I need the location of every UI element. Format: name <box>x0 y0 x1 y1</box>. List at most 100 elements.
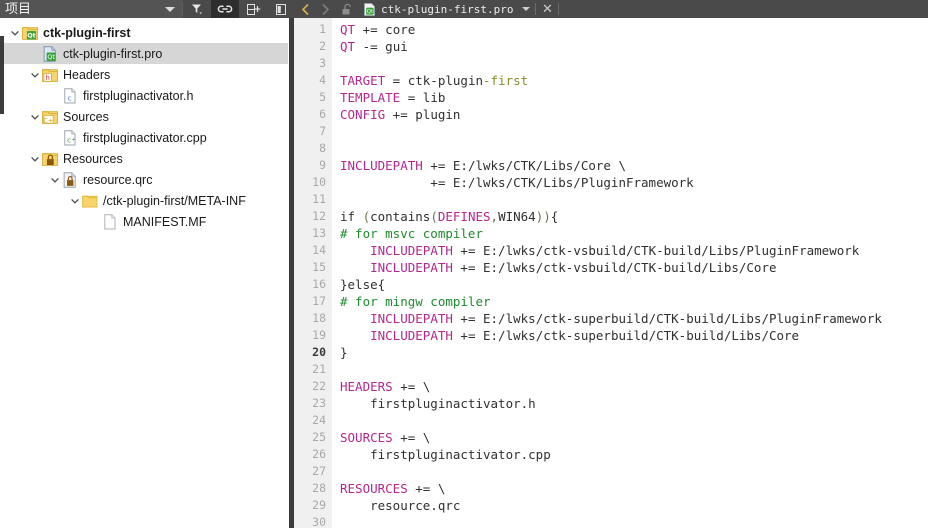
project-selector-label: 项目 <box>5 1 32 17</box>
line-number: 16 <box>312 277 326 291</box>
code-line[interactable]: }else{ <box>340 276 928 293</box>
split-add-icon-button[interactable] <box>239 0 267 18</box>
line-number: 7 <box>319 124 326 138</box>
chevron-down-icon[interactable] <box>30 154 40 164</box>
code-line[interactable] <box>340 123 928 140</box>
split-add-icon <box>246 3 260 15</box>
code-line[interactable] <box>340 412 928 429</box>
toggle-sidebar-icon-button[interactable] <box>267 0 295 18</box>
code-line[interactable]: QT -= gui <box>340 38 928 55</box>
tree-item-headers[interactable]: h Headers <box>0 64 288 85</box>
lock-toggle-button[interactable] <box>335 0 359 18</box>
tree-expand-arrow[interactable] <box>68 196 82 206</box>
code-line[interactable]: resource.qrc <box>340 497 928 514</box>
forward-arrow-icon <box>321 3 329 15</box>
qt-pro-file-icon: Qt <box>42 45 58 62</box>
code-line[interactable]: INCLUDEPATH += E:/lwks/CTK/Libs/Core \ <box>340 157 928 174</box>
tree-item-firstpluginactivator-h[interactable]: c firstpluginactivator.h <box>0 85 288 106</box>
code-line[interactable]: } <box>340 344 928 361</box>
code-token: INCLUDEPATH <box>340 158 423 173</box>
code-token: += E:/lwks/CTK/Libs/Core \ <box>422 158 626 173</box>
code-line[interactable] <box>340 140 928 157</box>
headers-folder-icon: h <box>42 67 58 83</box>
qt-pro-file-icon: Qt <box>43 45 56 62</box>
close-tab-button[interactable]: ✕ <box>536 0 558 18</box>
code-token: ) <box>543 209 551 224</box>
chevron-down-icon[interactable] <box>10 28 20 38</box>
code-line[interactable]: SOURCES += \ <box>340 429 928 446</box>
tab-dropdown-button[interactable] <box>517 0 535 18</box>
tree-expand-arrow[interactable] <box>48 175 62 185</box>
tree-item-sources[interactable]: C+ Sources <box>0 106 288 127</box>
code-line[interactable]: HEADERS += \ <box>340 378 928 395</box>
code-line[interactable]: # for msvc compiler <box>340 225 928 242</box>
chevron-down-icon[interactable] <box>30 112 40 122</box>
code-token: += E:/lwks/CTK/Libs/PluginFramework <box>340 175 694 190</box>
tree-expand-arrow[interactable] <box>28 154 42 164</box>
code-line[interactable]: # for mingw compiler <box>340 293 928 310</box>
code-token: += E:/lwks/ctk-superbuild/CTK-build/Libs… <box>452 328 800 343</box>
chevron-down-icon[interactable] <box>50 175 60 185</box>
code-token: += <box>355 22 386 37</box>
line-number: 22 <box>312 379 326 393</box>
link-icon-button[interactable] <box>211 0 239 18</box>
tree-item-firstpluginactivator-cpp[interactable]: c + firstpluginactivator.cpp <box>0 127 288 148</box>
project-selector-combo[interactable]: 项目 <box>0 0 182 18</box>
line-number: 23 <box>312 396 326 410</box>
tab-ctk-plugin-first-pro[interactable]: Qt ctk-plugin-first.pro <box>359 0 517 18</box>
back-arrow-icon-button[interactable] <box>295 0 315 18</box>
tree-expand-arrow[interactable] <box>8 28 22 38</box>
tree-expand-arrow[interactable] <box>28 70 42 80</box>
code-line[interactable]: RESOURCES += \ <box>340 480 928 497</box>
code-line[interactable]: if (contains(DEFINES,WIN64)){ <box>340 208 928 225</box>
code-line[interactable]: QT += core <box>340 21 928 38</box>
forward-arrow-icon-button[interactable] <box>315 0 335 18</box>
tree-item-manifest-mf[interactable]: MANIFEST.MF <box>0 211 288 232</box>
code-line[interactable]: CONFIG += plugin <box>340 106 928 123</box>
tree-item-ctk-plugin-first[interactable]: Qt ctk-plugin-first <box>0 22 288 43</box>
chevron-down-icon[interactable] <box>70 196 80 206</box>
code-text-area[interactable]: QT += core QT -= gui TARGET = ctk-plugin-… <box>332 18 928 528</box>
code-line[interactable] <box>340 191 928 208</box>
code-token: QT <box>340 22 356 37</box>
line-number: 28 <box>312 481 326 495</box>
filter-icon-button[interactable] <box>183 0 211 18</box>
code-line[interactable]: firstpluginactivator.h <box>340 395 928 412</box>
code-line[interactable]: += E:/lwks/CTK/Libs/PluginFramework <box>340 174 928 191</box>
line-number: 13 <box>312 226 326 240</box>
code-line[interactable]: TARGET = ctk-plugin-first <box>340 72 928 89</box>
tree-item-resource-qrc[interactable]: resource.qrc <box>0 169 288 190</box>
tree-item-label: ctk-plugin-first <box>43 25 131 40</box>
project-tree[interactable]: Qt ctk-plugin-first Qt ctk-plugin-first.pro… <box>0 18 288 232</box>
code-line[interactable]: INCLUDEPATH += E:/lwks/ctk-vsbuild/CTK-b… <box>340 259 928 276</box>
code-token: contains <box>370 209 431 224</box>
tree-item-resources[interactable]: Resources <box>0 148 288 169</box>
code-line[interactable] <box>340 55 928 72</box>
code-token: resource.qrc <box>340 498 461 513</box>
code-line[interactable] <box>340 361 928 378</box>
editor-tab-bar: Qt ctk-plugin-first.pro ✕ <box>295 0 928 18</box>
line-number: 2 <box>319 39 326 53</box>
code-line[interactable]: INCLUDEPATH += E:/lwks/ctk-superbuild/CT… <box>340 327 928 344</box>
code-editor[interactable]: 1 2 3 4 5 6 7 8 9 10 11 12 13 14 15 16 17 18 19 20 21 22 23 24 2… <box>289 18 928 528</box>
code-line[interactable]: INCLUDEPATH += E:/lwks/ctk-vsbuild/CTK-b… <box>340 242 928 259</box>
line-number: 17 <box>312 294 326 308</box>
svg-text:Qt: Qt <box>367 9 373 15</box>
qrc-file-icon <box>62 171 78 188</box>
code-token: firstpluginactivator.cpp <box>340 447 551 462</box>
code-line[interactable]: INCLUDEPATH += E:/lwks/ctk-superbuild/CT… <box>340 310 928 327</box>
code-line[interactable]: firstpluginactivator.cpp <box>340 446 928 463</box>
code-token: QT <box>340 39 356 54</box>
code-line[interactable] <box>340 514 928 528</box>
tree-expand-arrow[interactable] <box>28 112 42 122</box>
code-token: += E:/lwks/ctk-superbuild/CTK-build/Libs… <box>452 311 882 326</box>
code-line[interactable] <box>340 463 928 480</box>
qt-pro-file-icon: Qt <box>364 2 375 16</box>
code-token: WIN64 <box>498 209 536 224</box>
tree-item-ctk-plugin-first-pro[interactable]: Qt ctk-plugin-first.pro <box>0 43 288 64</box>
code-line[interactable]: TEMPLATE = lib <box>340 89 928 106</box>
chevron-down-icon[interactable] <box>30 70 40 80</box>
tree-item-ctk-plugin-first-meta-inf[interactable]: /ctk-plugin-first/META-INF <box>0 190 288 211</box>
code-token: INCLUDEPATH <box>370 243 453 258</box>
top-toolbar: 项目 Qt ctk-plugin-first.pro ✕ <box>0 0 928 18</box>
